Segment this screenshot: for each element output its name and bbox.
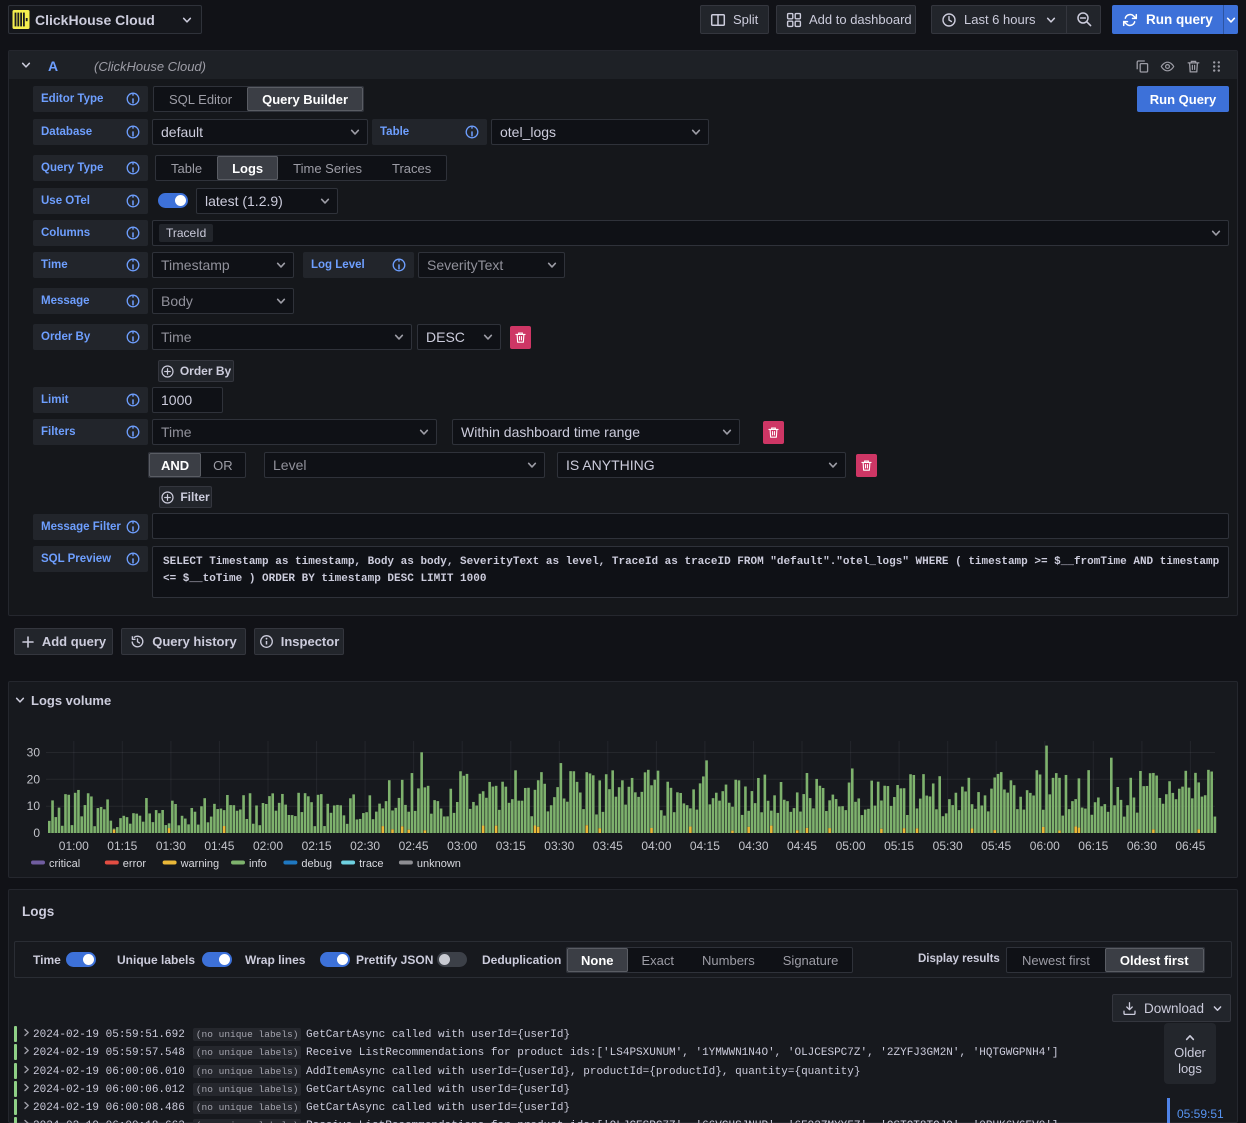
svg-text:02:00: 02:00	[253, 839, 283, 853]
svg-text:04:30: 04:30	[738, 839, 768, 853]
svg-text:04:45: 04:45	[787, 839, 817, 853]
svg-text:0: 0	[33, 826, 40, 840]
svg-text:05:15: 05:15	[884, 839, 914, 853]
svg-text:03:45: 03:45	[593, 839, 623, 853]
svg-text:trace: trace	[359, 858, 383, 870]
svg-text:01:00: 01:00	[59, 839, 89, 853]
svg-text:01:45: 01:45	[204, 839, 234, 853]
svg-text:unknown: unknown	[417, 858, 461, 870]
svg-text:05:00: 05:00	[836, 839, 866, 853]
svg-text:02:15: 02:15	[302, 839, 332, 853]
svg-text:03:15: 03:15	[496, 839, 526, 853]
svg-text:03:30: 03:30	[544, 839, 574, 853]
svg-text:02:30: 02:30	[350, 839, 380, 853]
svg-text:04:00: 04:00	[641, 839, 671, 853]
svg-text:06:45: 06:45	[1175, 839, 1205, 853]
svg-text:30: 30	[27, 746, 41, 760]
svg-text:06:00: 06:00	[1030, 839, 1060, 853]
svg-text:02:45: 02:45	[399, 839, 429, 853]
svg-text:critical: critical	[49, 858, 80, 870]
svg-text:03:00: 03:00	[447, 839, 477, 853]
svg-text:06:30: 06:30	[1127, 839, 1157, 853]
svg-text:01:15: 01:15	[107, 839, 137, 853]
svg-text:05:30: 05:30	[933, 839, 963, 853]
svg-text:04:15: 04:15	[690, 839, 720, 853]
svg-text:info: info	[249, 858, 267, 870]
svg-text:debug: debug	[301, 858, 332, 870]
svg-text:error: error	[123, 858, 147, 870]
svg-text:05:45: 05:45	[981, 839, 1011, 853]
svg-text:20: 20	[27, 772, 41, 786]
svg-text:06:15: 06:15	[1078, 839, 1108, 853]
svg-text:warning: warning	[180, 858, 220, 870]
svg-text:10: 10	[27, 799, 41, 813]
svg-text:01:30: 01:30	[156, 839, 186, 853]
